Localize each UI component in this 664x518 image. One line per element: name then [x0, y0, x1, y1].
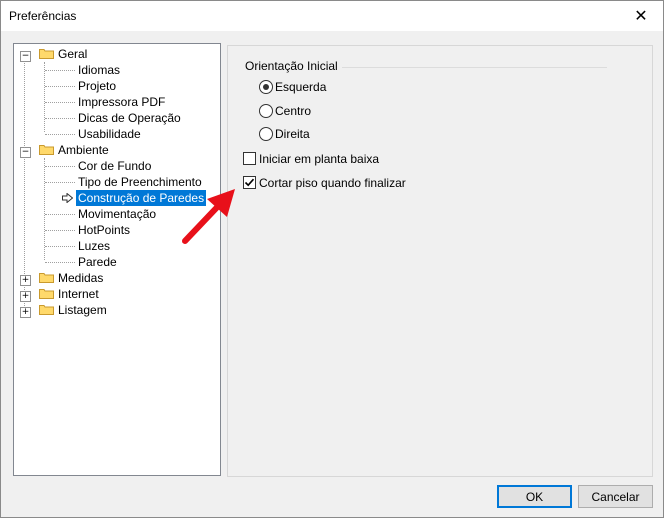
checkbox-iniciar-planta-baixa[interactable] [243, 152, 256, 165]
tree-item-cor-de-fundo[interactable]: Cor de Fundo [78, 158, 151, 174]
tree-connector [45, 166, 75, 167]
tree-item-luzes[interactable]: Luzes [78, 238, 110, 254]
checkbox-label-cortar-piso[interactable]: Cortar piso quando finalizar [259, 176, 406, 190]
preferences-dialog: Preferências ✕ − Geral Idiomas Projeto I… [0, 0, 664, 518]
group-title: Orientação Inicial [245, 59, 342, 73]
checkbox-cortar-piso[interactable] [243, 176, 256, 189]
tree-connector [45, 86, 75, 87]
tree-line [44, 62, 45, 132]
collapse-icon[interactable]: − [20, 51, 31, 62]
tree-item-idiomas[interactable]: Idiomas [78, 62, 120, 78]
expand-icon[interactable]: + [20, 275, 31, 286]
tree-item-projeto[interactable]: Projeto [78, 78, 116, 94]
expand-icon[interactable]: + [20, 291, 31, 302]
folder-icon [39, 145, 54, 155]
tree-connector [45, 134, 75, 135]
annotation-arrow-icon [182, 189, 235, 244]
window-title: Preferências [9, 9, 77, 23]
tree-group-geral[interactable]: Geral [58, 46, 87, 62]
tree-group-medidas[interactable]: Medidas [58, 270, 103, 286]
tree-connector [45, 70, 75, 71]
tree-connector [45, 230, 75, 231]
tree-line [44, 158, 45, 260]
tree-item-dicas-de-operacao[interactable]: Dicas de Operação [78, 110, 181, 126]
pointer-arrow-icon [62, 193, 73, 203]
tree-line [24, 56, 25, 312]
tree-item-impressora-pdf[interactable]: Impressora PDF [78, 94, 165, 110]
tree-connector [45, 214, 75, 215]
checkmark-icon [244, 178, 255, 187]
folder-icon [39, 273, 54, 283]
folder-icon [39, 289, 54, 299]
tree-item-usabilidade[interactable]: Usabilidade [78, 126, 141, 142]
tree-connector [45, 246, 75, 247]
tree-item-movimentacao[interactable]: Movimentação [78, 206, 156, 222]
radio-esquerda[interactable] [259, 80, 273, 94]
close-icon[interactable]: ✕ [619, 1, 663, 31]
collapse-icon[interactable]: − [20, 147, 31, 158]
tree-connector [45, 118, 75, 119]
tree-connector [45, 182, 75, 183]
ok-button[interactable]: OK [497, 485, 572, 508]
radio-centro[interactable] [259, 104, 273, 118]
tree-connector [45, 102, 75, 103]
tree-group-internet[interactable]: Internet [58, 286, 99, 302]
tree-group-ambiente[interactable]: Ambiente [58, 142, 109, 158]
tree-connector [45, 262, 75, 263]
expand-icon[interactable]: + [20, 307, 31, 318]
tree-item-parede[interactable]: Parede [78, 254, 117, 270]
tree-group-listagem[interactable]: Listagem [58, 302, 107, 318]
cancel-button[interactable]: Cancelar [578, 485, 653, 508]
radio-label-centro[interactable]: Centro [275, 104, 311, 118]
radio-label-direita[interactable]: Direita [275, 127, 310, 141]
checkbox-label-iniciar-planta-baixa[interactable]: Iniciar em planta baixa [259, 152, 379, 166]
radio-direita[interactable] [259, 127, 273, 141]
preferences-tree[interactable]: − Geral Idiomas Projeto Impressora PDF D… [13, 43, 221, 476]
folder-icon [39, 305, 54, 315]
radio-label-esquerda[interactable]: Esquerda [275, 80, 326, 94]
tree-item-hotpoints[interactable]: HotPoints [78, 222, 130, 238]
folder-icon [39, 49, 54, 59]
title-bar: Preferências ✕ [1, 1, 663, 31]
